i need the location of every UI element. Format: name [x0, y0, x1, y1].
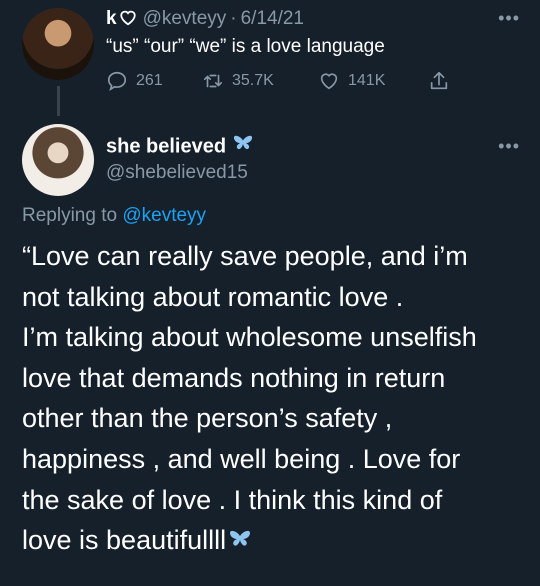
retweet-action[interactable]: 35.7K [202, 70, 274, 92]
like-action[interactable]: 141K [318, 70, 385, 92]
reply-display-name-row: she believed [106, 134, 254, 160]
reply-avatar[interactable] [22, 124, 94, 196]
parent-avatar[interactable] [22, 8, 94, 80]
reply-icon [107, 71, 127, 92]
reply-count: 261 [136, 72, 163, 89]
retweet-count: 35.7K [232, 72, 274, 89]
replying-to: Replying to @kevteyy [22, 205, 206, 227]
heart-outline-icon [119, 9, 137, 32]
like-icon [320, 73, 338, 90]
parent-date[interactable]: 6/14/21 [241, 8, 304, 29]
separator-dot: · [230, 8, 237, 29]
parent-header: k @kevteyy · 6/14/21 [106, 8, 304, 32]
reply-more-icon[interactable]: ••• [498, 136, 520, 157]
reply-tweet-text: “Love can really save people, and i’m no… [22, 236, 532, 562]
parent-handle[interactable]: @kevteyy [143, 8, 227, 29]
parent-tweet-text: “us” “our” “we” is a love language [106, 36, 385, 57]
thread-line [57, 86, 60, 116]
butterfly-icon [228, 522, 252, 563]
reply-display-name[interactable]: she believed [106, 135, 226, 157]
reply-handle[interactable]: @shebelieved15 [106, 162, 248, 184]
butterfly-icon [232, 134, 254, 160]
reply-text-body: “Love can really save people, and i’m no… [22, 241, 477, 556]
replying-label: Replying to [22, 205, 118, 226]
more-icon[interactable]: ••• [498, 8, 520, 29]
share-action[interactable] [428, 70, 450, 92]
retweet-icon [203, 74, 223, 88]
parent-tweet[interactable]: k @kevteyy · 6/14/21 ••• “us” “our” “we” i… [0, 0, 540, 112]
replying-handle-link[interactable]: @kevteyy [122, 205, 206, 226]
reply-action[interactable]: 261 [106, 70, 163, 92]
parent-display-name[interactable]: k [106, 8, 117, 29]
like-count: 141K [348, 72, 386, 89]
share-icon [430, 71, 448, 90]
